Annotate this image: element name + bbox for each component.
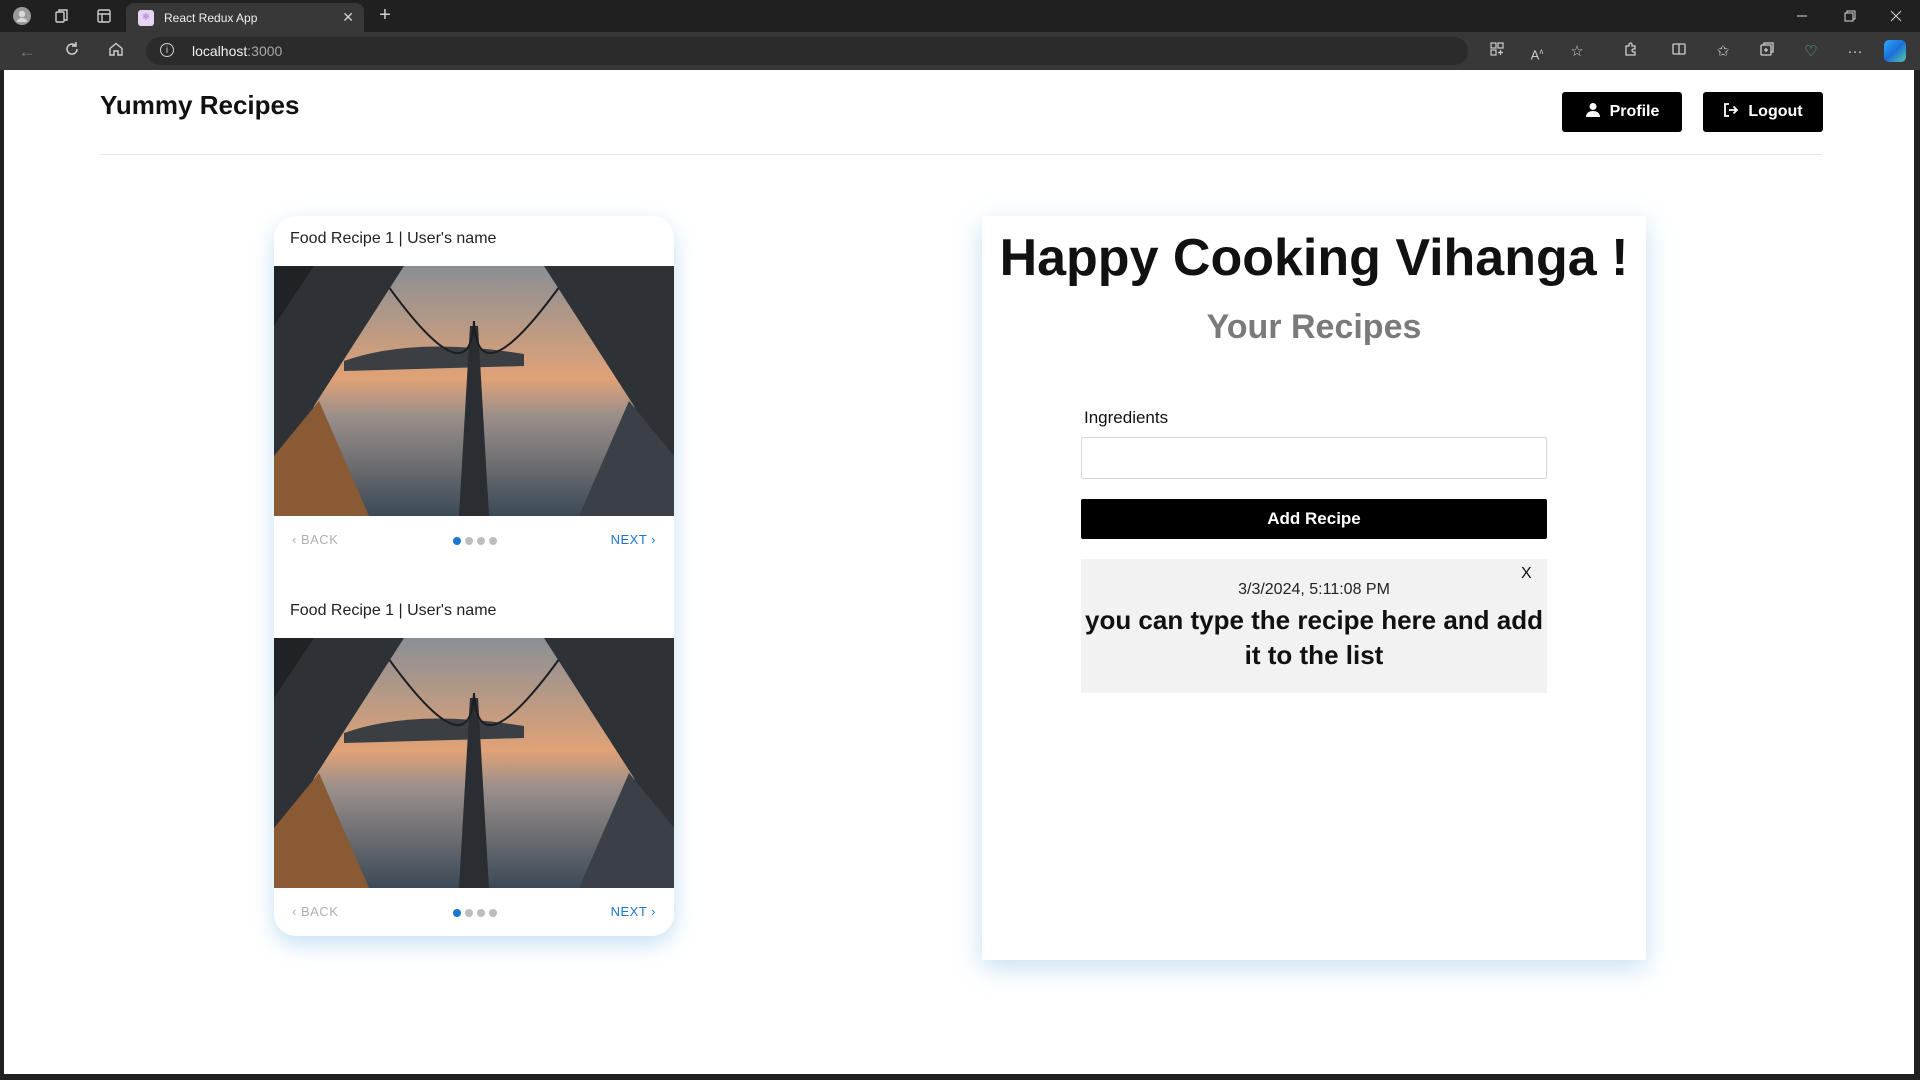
close-tab-icon[interactable]: ✕ — [342, 9, 354, 26]
logout-button[interactable]: Logout — [1703, 92, 1823, 132]
home-icon[interactable] — [105, 41, 127, 63]
recipe-date: 3/3/2024, 5:11:08 PM — [1238, 581, 1390, 598]
close-window-icon[interactable] — [1874, 0, 1918, 32]
more-icon[interactable]: ··· — [1844, 41, 1866, 63]
copilot-icon[interactable] — [1884, 40, 1906, 62]
stepper-dots — [453, 537, 497, 545]
ingredients-label: Ingredients — [1084, 408, 1169, 427]
browser-toolbar: ← i localhost:3000 Aʌ ☆ ✩ ♡ ··· — [0, 32, 1920, 70]
ingredients-input[interactable] — [1081, 437, 1547, 479]
tab-actions-icon[interactable] — [94, 6, 114, 26]
step-dot — [465, 537, 473, 545]
stepper-dots — [453, 909, 497, 917]
new-tab-button[interactable]: + — [374, 5, 396, 27]
next-button[interactable]: NEXT › — [611, 904, 656, 919]
profile-button-label: Profile — [1609, 103, 1660, 120]
recipes-panel: Happy Cooking Vihanga ! Your Recipes Ing… — [982, 216, 1646, 960]
page-viewport: Yummy Recipes Profile Logout Food Recipe… — [4, 70, 1914, 1074]
app-available-icon[interactable] — [1486, 41, 1508, 63]
logout-icon — [1723, 102, 1739, 122]
profile-button[interactable]: Profile — [1562, 92, 1682, 132]
back-button[interactable]: ‹ BACK — [292, 532, 338, 547]
mobile-stepper: ‹ BACK NEXT › — [274, 522, 674, 558]
site-info-icon[interactable]: i — [160, 43, 174, 57]
step-dot — [489, 909, 497, 917]
recipe-list-item: X 3/3/2024, 5:11:08 PM you can type the … — [1081, 559, 1547, 693]
browser-essentials-icon[interactable]: ♡ — [1800, 41, 1822, 63]
chevron-left-icon: ‹ — [292, 904, 297, 919]
carousel-slide: Food Recipe 1 | User's name ‹ BACK NEXT … — [274, 216, 674, 588]
section-title: Your Recipes — [1206, 308, 1422, 346]
extensions-icon[interactable] — [1620, 41, 1642, 63]
url-port: :3000 — [247, 43, 283, 59]
carousel-slide: Food Recipe 1 | User's name ‹ BACK NEXT … — [274, 588, 674, 936]
chevron-right-icon: › — [651, 532, 656, 547]
bridge-image — [274, 266, 674, 516]
restore-icon[interactable] — [1828, 0, 1872, 32]
browser-title-bar: ⚛ React Redux App ✕ + — [0, 0, 1920, 32]
window-bottom-edge — [0, 1074, 1920, 1080]
favorites-icon[interactable]: ✩ — [1712, 41, 1734, 63]
url-text: localhost:3000 — [192, 43, 282, 59]
minimize-icon[interactable] — [1780, 0, 1824, 32]
address-bar[interactable]: i localhost:3000 — [146, 37, 1468, 65]
next-label: NEXT — [610, 904, 648, 919]
recipe-carousel-card: Food Recipe 1 | User's name ‹ BACK NEXT … — [274, 216, 674, 936]
chevron-left-icon: ‹ — [292, 532, 297, 547]
bridge-image — [274, 638, 674, 888]
step-dot — [465, 909, 473, 917]
recipe-text: you can type the recipe here and add it … — [1084, 605, 1544, 670]
step-dot-active — [453, 537, 461, 545]
step-dot-active — [453, 909, 461, 917]
next-button[interactable]: NEXT › — [611, 532, 656, 547]
split-screen-icon[interactable] — [1668, 41, 1690, 63]
app-header: Yummy Recipes Profile Logout — [100, 70, 1823, 155]
back-label: BACK — [300, 904, 339, 919]
user-icon — [1585, 102, 1601, 122]
step-dot — [477, 537, 485, 545]
mobile-stepper: ‹ BACK NEXT › — [274, 894, 674, 930]
refresh-icon[interactable] — [61, 41, 83, 63]
chevron-right-icon: › — [651, 904, 656, 919]
tab-react-redux-app[interactable]: ⚛ React Redux App ✕ — [126, 3, 364, 32]
back-button[interactable]: ‹ BACK — [292, 904, 338, 919]
url-host: localhost — [192, 43, 248, 59]
workspaces-icon[interactable] — [52, 6, 72, 26]
react-favicon-icon: ⚛ — [138, 9, 154, 26]
back-label: BACK — [300, 532, 339, 547]
favorite-star-icon[interactable]: ☆ — [1566, 41, 1588, 63]
step-dot — [477, 909, 485, 917]
back-icon[interactable]: ← — [16, 41, 38, 63]
brand-title: Yummy Recipes — [100, 90, 300, 120]
add-recipe-button[interactable]: Add Recipe — [1081, 499, 1547, 539]
step-dot — [489, 537, 497, 545]
logout-button-label: Logout — [1748, 103, 1803, 120]
slide-title: Food Recipe 1 | User's name — [290, 602, 497, 619]
next-label: NEXT — [610, 532, 648, 547]
slide-title: Food Recipe 1 | User's name — [290, 230, 497, 247]
read-aloud-icon[interactable]: Aʌ — [1526, 41, 1548, 63]
profile-icon[interactable] — [12, 6, 32, 26]
greeting-heading: Happy Cooking Vihanga ! — [999, 229, 1629, 287]
collections-icon[interactable] — [1756, 41, 1778, 63]
tab-title: React Redux App — [164, 10, 258, 25]
